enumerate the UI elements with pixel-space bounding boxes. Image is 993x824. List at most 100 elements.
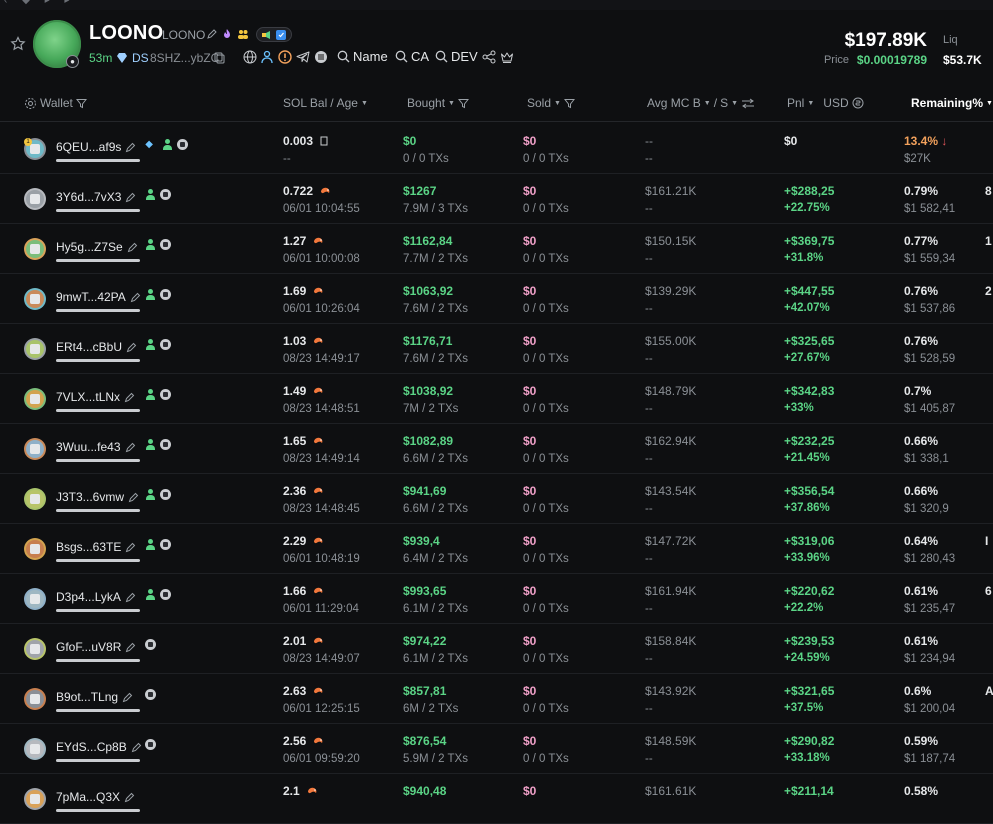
table-row[interactable]: EYdS...Cp8B 2.56 06/01 09:59:20 $876,54 5.9M… (0, 724, 993, 774)
avatar[interactable] (24, 288, 46, 310)
table-row[interactable]: J3T3...6vmw 2.36 08/23 14:48:45 $941,69 6.6M… (0, 474, 993, 524)
table-row[interactable]: Hy5g...Z7Se 1.27 06/01 10:00:08 $1162,84 7.7… (0, 224, 993, 274)
wallet-column-header[interactable]: Wallet (24, 96, 87, 110)
globe-icon[interactable] (243, 50, 257, 64)
menu-circle-icon[interactable] (160, 539, 172, 550)
menu-circle-icon[interactable] (160, 439, 172, 450)
settings-icon[interactable] (24, 97, 37, 110)
menu-circle-icon[interactable] (160, 239, 172, 250)
menu-circle-icon[interactable] (314, 50, 328, 64)
copy-icon[interactable] (214, 52, 226, 64)
table-row[interactable]: 9mwT...42PA 1.69 06/01 10:26:04 $1063,92 7.6… (0, 274, 993, 324)
remaining-column-header[interactable]: Remaining% ▼ (911, 96, 993, 110)
sold-column-header[interactable]: Sold ▼ (527, 96, 575, 110)
table-row[interactable]: 1 6QEU...af9s ◆ 0.003 -- $0 0 / 0 TXs $0 0 / 0 T… (0, 124, 993, 174)
bought-column-header[interactable]: Bought ▼ (407, 96, 469, 110)
edit-icon[interactable] (131, 742, 142, 753)
avatar[interactable] (24, 788, 46, 810)
share-icon[interactable] (482, 50, 496, 64)
avatar[interactable] (24, 388, 46, 410)
avatar[interactable] (24, 188, 46, 210)
table-row[interactable]: 7pMa...Q3X 2.1 $940,48 $0 $161.61K +$211,14 0.… (0, 774, 993, 824)
edit-icon[interactable] (206, 28, 218, 40)
wallet-address[interactable]: 9mwT...42PA (56, 290, 141, 304)
wallet-address[interactable]: 7VLX...tLNx (56, 390, 135, 404)
sol-bal-column-header[interactable]: SOL Bal / Age ▼ (283, 96, 368, 110)
table-row[interactable]: 3Y6d...7vX3 0.722 06/01 10:04:55 $1267 7.9M … (0, 174, 993, 224)
menu-circle-icon[interactable] (160, 289, 172, 300)
edit-icon[interactable] (128, 492, 139, 503)
contract-address[interactable]: 8SHZ...ybZC (150, 51, 219, 65)
social-pill[interactable] (256, 27, 292, 42)
wallet-address[interactable]: J3T3...6vmw (56, 490, 139, 504)
menu-circle-icon[interactable] (160, 189, 172, 200)
avatar[interactable] (24, 588, 46, 610)
table-row[interactable]: D3p4...LykA 1.66 06/01 11:29:04 $993,65 6.1M… (0, 574, 993, 624)
wallet-address[interactable]: D3p4...LykA (56, 590, 136, 604)
star-icon[interactable] (10, 36, 26, 52)
swap-icon[interactable] (741, 98, 755, 109)
wallet-address[interactable]: GfoF...uV8R (56, 640, 136, 654)
table-row[interactable]: 7VLX...tLNx 1.49 08/23 14:48:51 $1038,92 7M … (0, 374, 993, 424)
search-name-link[interactable]: Name (337, 49, 388, 64)
wallet-address[interactable]: 3Y6d...7vX3 (56, 190, 136, 204)
wallet-address[interactable]: 3Wuu...fe43 (56, 440, 136, 454)
menu-circle-icon[interactable] (145, 739, 157, 750)
avatar[interactable] (24, 438, 46, 460)
remaining-percent: 0.79% (904, 184, 938, 198)
crown-icon[interactable] (500, 50, 514, 64)
wallet-address[interactable]: EYdS...Cp8B (56, 740, 142, 754)
edit-icon[interactable] (125, 592, 136, 603)
edit-icon[interactable] (122, 692, 133, 703)
menu-circle-icon[interactable] (160, 389, 172, 400)
edit-icon[interactable] (125, 192, 136, 203)
menu-circle-icon[interactable] (160, 489, 172, 500)
avatar[interactable] (24, 638, 46, 660)
table-row[interactable]: ERt4...cBbU 1.03 08/23 14:49:17 $1176,71 7.6… (0, 324, 993, 374)
wallet-address[interactable]: B9ot...TLng (56, 690, 133, 704)
edit-icon[interactable] (125, 442, 136, 453)
wallet-address[interactable]: Hy5g...Z7Se (56, 240, 138, 254)
edit-icon[interactable] (125, 142, 136, 153)
filter-icon[interactable] (563, 98, 575, 109)
wallet-address[interactable]: 7pMa...Q3X (56, 790, 135, 804)
menu-circle-icon[interactable] (160, 589, 172, 600)
filter-icon[interactable] (457, 98, 469, 109)
table-row[interactable]: 3Wuu...fe43 1.65 08/23 14:49:14 $1082,89 6.6… (0, 424, 993, 474)
filter-icon[interactable] (75, 98, 87, 109)
avatar[interactable] (24, 738, 46, 760)
remaining-value: 0.7% (904, 384, 932, 398)
search-dev-link[interactable]: DEV (435, 49, 478, 64)
pnl-column-header[interactable]: Pnl ▼ USD (787, 96, 864, 110)
avatar[interactable] (24, 538, 46, 560)
edit-icon[interactable] (124, 792, 135, 803)
wallet-address[interactable]: 6QEU...af9s (56, 140, 136, 154)
table-row[interactable]: GfoF...uV8R 2.01 08/23 14:49:07 $974,22 6.1M… (0, 624, 993, 674)
person-icon[interactable] (260, 50, 274, 64)
edit-icon[interactable] (130, 292, 141, 303)
edit-icon[interactable] (125, 542, 136, 553)
avatar[interactable] (24, 238, 46, 260)
menu-circle-icon[interactable] (145, 689, 157, 700)
currency-icon[interactable] (852, 97, 864, 109)
avatar[interactable] (24, 688, 46, 710)
menu-circle-icon[interactable] (160, 339, 172, 350)
menu-circle-icon[interactable] (145, 639, 157, 650)
table-row[interactable]: Bsgs...63TE 2.29 06/01 10:48:19 $939,4 6.4M … (0, 524, 993, 574)
menu-circle-icon[interactable] (177, 139, 189, 150)
warning-icon[interactable] (278, 50, 292, 64)
wallet-address[interactable]: ERt4...cBbU (56, 340, 137, 354)
usd-toggle-label[interactable]: USD (823, 96, 848, 110)
edit-icon[interactable] (125, 642, 136, 653)
wallet-address[interactable]: Bsgs...63TE (56, 540, 136, 554)
avg-mc-column-header[interactable]: Avg MC B ▼ / S ▼ (647, 96, 755, 110)
search-ca-link[interactable]: CA (395, 49, 429, 64)
avatar[interactable] (24, 338, 46, 360)
edit-icon[interactable] (127, 242, 138, 253)
edit-icon[interactable] (124, 392, 135, 403)
edit-icon[interactable] (126, 342, 137, 353)
avatar[interactable] (24, 488, 46, 510)
telegram-icon[interactable] (296, 50, 310, 64)
table-row[interactable]: B9ot...TLng 2.63 06/01 12:25:15 $857,81 6M /… (0, 674, 993, 724)
ds-label[interactable]: DS (132, 51, 149, 65)
